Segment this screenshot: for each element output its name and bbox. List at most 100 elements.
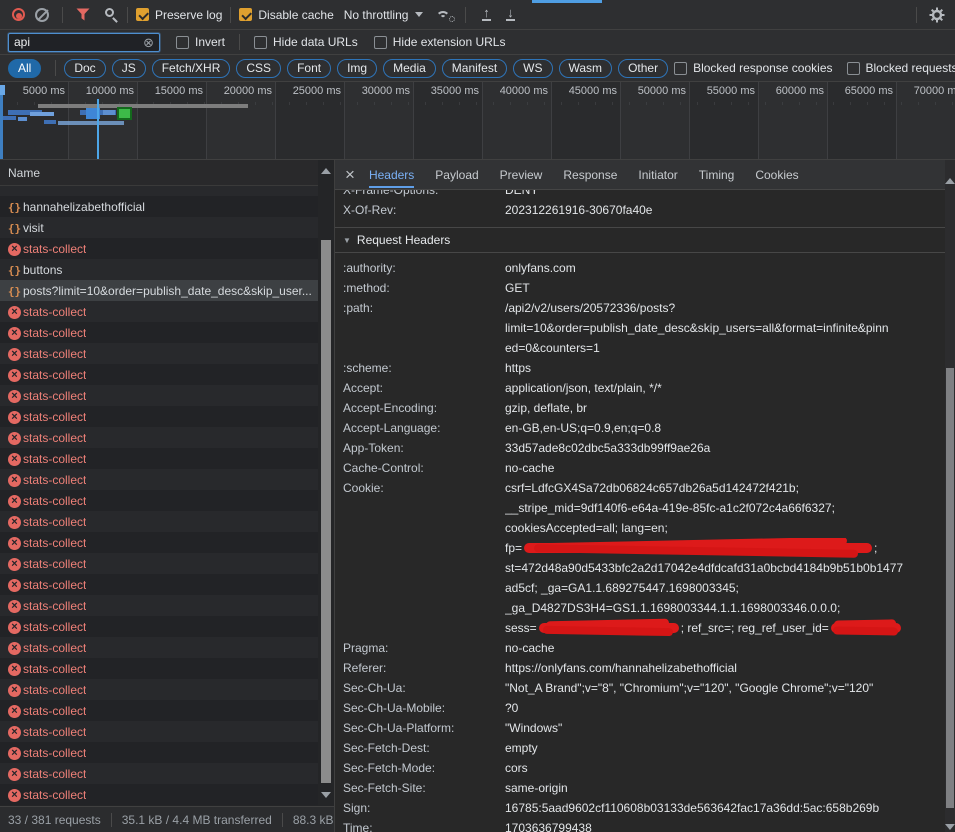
clear-filter-icon[interactable]: ⊗ [143,36,154,49]
request-row[interactable]: {}visit [0,217,318,238]
request-row[interactable]: ×stats-collect [0,679,318,700]
request-row[interactable]: ×stats-collect [0,511,318,532]
request-row[interactable]: {}posts?limit=10&order=publish_date_desc… [0,280,318,301]
import-har-button[interactable]: ↑ [474,3,498,27]
error-x-icon: × [8,327,21,340]
type-filter-pill-media[interactable]: Media [383,59,436,78]
invert-checkbox[interactable]: Invert [176,35,225,49]
header-name: Sign: [335,798,505,818]
checkbox-label: Blocked requests [866,61,955,75]
request-row[interactable]: ×stats-collect [0,637,318,658]
request-row[interactable]: ×stats-collect [0,784,318,805]
request-row[interactable]: {}buttons [0,259,318,280]
scroll-up-icon[interactable] [945,178,955,184]
tab-timing[interactable]: Timing [699,161,735,188]
scroll-up-icon[interactable] [321,168,331,174]
request-row[interactable]: {}hannahelizabethofficial [0,196,318,217]
type-filter-pill-all[interactable]: All [8,59,41,78]
header-line: Sec-Fetch-Dest:empty [335,738,945,758]
waterfall-bar [58,121,124,125]
request-row[interactable]: ×stats-collect [0,238,318,259]
timeline-tick-label: 55000 ms [690,82,759,160]
request-headers-section[interactable]: ▼Request Headers [335,228,945,253]
header-name [335,598,505,618]
hide-extension-urls-checkbox[interactable]: Hide extension URLs [374,35,506,49]
request-row[interactable]: ×stats-collect [0,301,318,322]
tab-cookies[interactable]: Cookies [755,161,798,188]
header-name: :scheme: [335,358,505,378]
type-filter-pill-img[interactable]: Img [337,59,377,78]
tab-preview[interactable]: Preview [500,161,543,188]
header-name: Accept-Encoding: [335,398,505,418]
request-row[interactable]: {}init [0,186,318,196]
blocked-requests-checkbox[interactable]: Blocked requests [847,61,955,75]
scrollbar-thumb[interactable] [946,368,954,808]
type-filter-pill-css[interactable]: CSS [236,59,281,78]
record-button[interactable] [6,3,30,27]
request-row[interactable]: ×stats-collect [0,385,318,406]
settings-button[interactable] [925,3,949,27]
header-value: "Windows" [505,718,945,738]
request-row[interactable]: ×stats-collect [0,658,318,679]
request-row[interactable]: ×stats-collect [0,553,318,574]
disable-cache-checkbox[interactable]: Disable cache [239,8,333,22]
close-icon[interactable]: × [345,166,355,183]
requests-scrollbar[interactable] [318,160,334,806]
request-row[interactable]: ×stats-collect [0,763,318,784]
request-row[interactable]: ×stats-collect [0,532,318,553]
type-filter-pill-ws[interactable]: WS [513,59,552,78]
network-conditions-button[interactable] [433,3,457,27]
overview-brush-handle[interactable] [0,85,5,95]
scroll-down-icon[interactable] [945,824,955,830]
request-row[interactable]: ×stats-collect [0,616,318,637]
error-icon: × [6,556,23,571]
request-row[interactable]: ×stats-collect [0,322,318,343]
type-filter-pill-fetch-xhr[interactable]: Fetch/XHR [152,59,231,78]
request-row[interactable]: ×stats-collect [0,490,318,511]
header-value: st=472d48a90d5433bfc2a2d17042e4dfdcafd31… [505,558,945,578]
request-row[interactable]: ×stats-collect [0,721,318,742]
error-x-icon: × [8,306,21,319]
request-row[interactable]: ×stats-collect [0,448,318,469]
filter-input[interactable]: api ⊗ [8,33,160,52]
divider [916,7,917,23]
name-column-label: Name [8,166,40,180]
type-filter-pill-other[interactable]: Other [618,59,668,78]
type-filter-pill-doc[interactable]: Doc [64,59,105,78]
request-row[interactable]: ×stats-collect [0,469,318,490]
request-row[interactable]: ×stats-collect [0,364,318,385]
json-icon: {} [12,186,29,187]
tab-initiator[interactable]: Initiator [638,161,677,188]
header-name: Pragma: [335,638,505,658]
hide-data-urls-checkbox[interactable]: Hide data URLs [254,35,358,49]
type-filter-pill-manifest[interactable]: Manifest [442,59,507,78]
error-x-icon: × [8,621,21,634]
scrollbar-thumb[interactable] [321,240,331,783]
details-scrollbar[interactable] [945,160,955,832]
header-value-text: cors [505,761,528,775]
type-filter-pill-wasm[interactable]: Wasm [559,59,613,78]
type-filter-pill-font[interactable]: Font [287,59,331,78]
timeline-overview[interactable]: 5000 ms10000 ms15000 ms20000 ms25000 ms3… [0,82,955,160]
request-row[interactable]: ×stats-collect [0,574,318,595]
request-row[interactable]: ×stats-collect [0,427,318,448]
type-filter-pill-js[interactable]: JS [112,59,146,78]
request-row[interactable]: ×stats-collect [0,742,318,763]
request-row[interactable]: ×stats-collect [0,700,318,721]
name-column-header[interactable]: Name [0,160,334,186]
tab-payload[interactable]: Payload [435,161,478,188]
scroll-down-icon[interactable] [321,792,331,798]
filter-toggle-button[interactable] [71,3,95,27]
tab-headers[interactable]: Headers [369,161,414,188]
request-row[interactable]: ×stats-collect [0,406,318,427]
clear-button[interactable] [30,3,54,27]
export-har-button[interactable]: ↓ [498,3,522,27]
blocked-response-cookies-checkbox[interactable]: Blocked response cookies [674,61,832,75]
request-row[interactable]: ×stats-collect [0,595,318,616]
overview-left-brush[interactable] [0,85,3,160]
request-row[interactable]: ×stats-collect [0,343,318,364]
preserve-log-checkbox[interactable]: Preserve log [136,8,222,22]
search-button[interactable] [95,3,119,27]
throttling-dropdown[interactable]: No throttling [344,8,424,22]
tab-response[interactable]: Response [563,161,617,188]
